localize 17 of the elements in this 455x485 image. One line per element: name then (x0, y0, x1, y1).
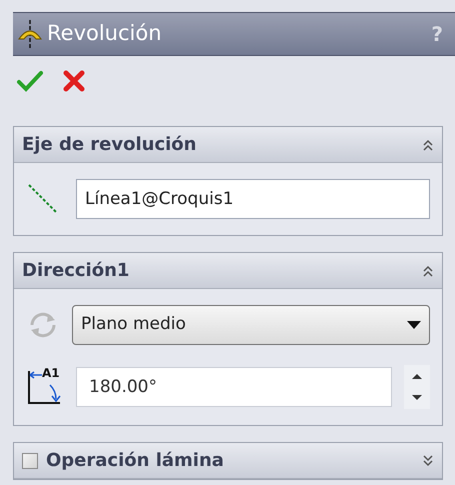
end-condition-dropdown[interactable]: Plano medio (72, 305, 430, 345)
ok-check-icon[interactable] (17, 70, 43, 92)
section-title: Operación lámina (46, 449, 224, 473)
spin-buttons[interactable] (404, 365, 430, 409)
revolve-icon (17, 19, 43, 49)
axis-field[interactable]: Línea1@Croquis1 (76, 179, 430, 219)
window-title: Revolución (47, 20, 162, 48)
cancel-x-icon[interactable] (63, 70, 85, 92)
angle-field[interactable]: 180.00° (76, 367, 392, 407)
checkbox[interactable] (22, 452, 38, 468)
collapse-icon[interactable] (422, 138, 434, 152)
expand-icon[interactable] (422, 454, 434, 468)
collapse-icon[interactable] (422, 264, 434, 278)
section-title: Dirección1 (22, 259, 130, 283)
caret-icon (407, 321, 421, 329)
angle-label: A1 (42, 367, 60, 379)
section-title: Eje de revolución (22, 133, 196, 157)
